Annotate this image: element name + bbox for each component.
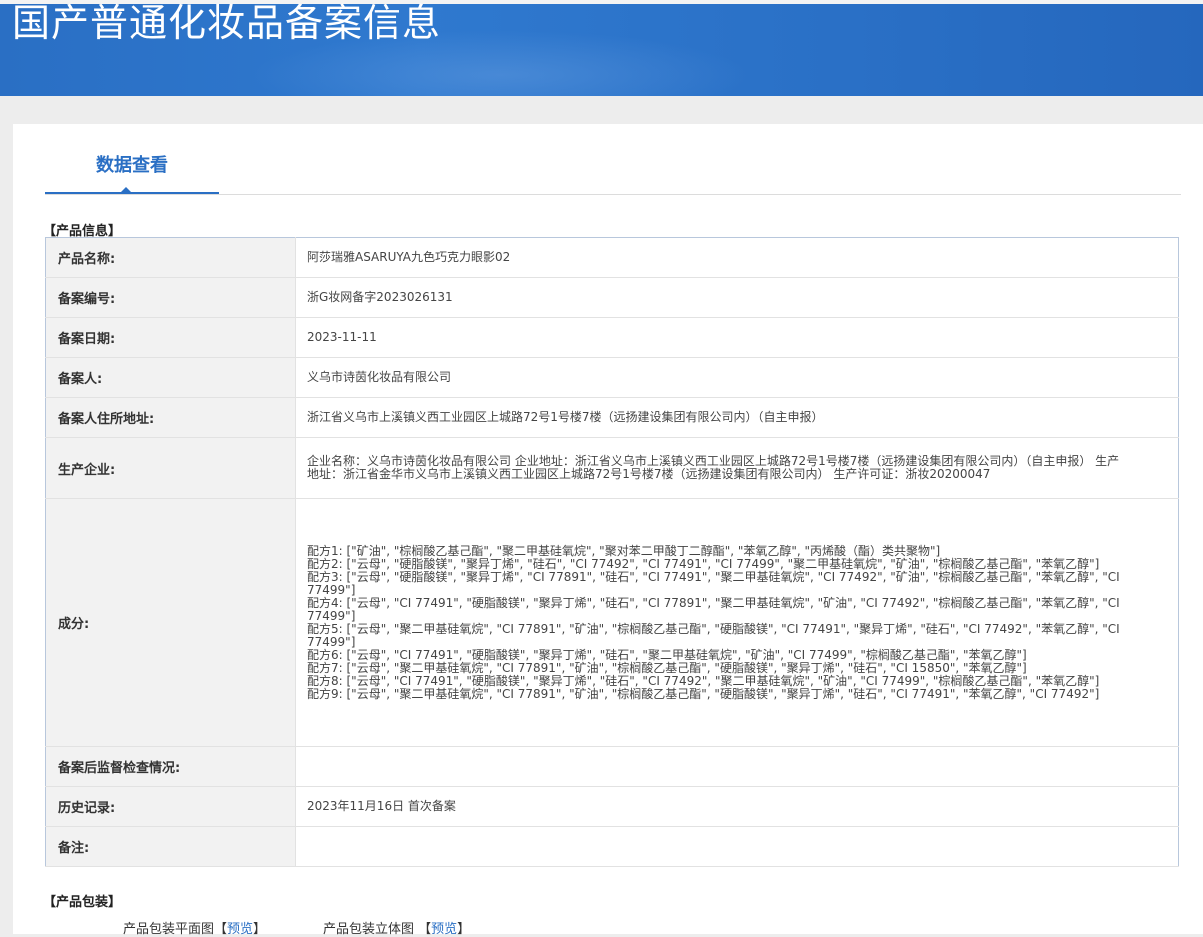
- label-post-inspection: 备案后监督检查情况:: [45, 746, 296, 787]
- row-registrant-address: 备案人住所地址: 浙江省义乌市上溪镇义西工业园区上城路72号1号楼7楼（远扬建设…: [45, 397, 1179, 438]
- value-registrant: 义乌市诗茵化妆品有限公司: [295, 357, 1179, 398]
- row-manufacturer: 生产企业: 企业名称：义乌市诗茵化妆品有限公司 企业地址：浙江省义乌市上溪镇义西…: [45, 437, 1179, 499]
- tab-bar: 数据查看: [45, 124, 1181, 195]
- page-banner: 国产普通化妆品备案信息: [0, 0, 1203, 96]
- label-manufacturer: 生产企业:: [45, 437, 296, 499]
- formula-8: 配方8: ["云母", "CI 77491", "硬脂酸镁", "聚异丁烯", …: [307, 673, 1100, 688]
- value-record-date: 2023-11-11: [295, 317, 1179, 358]
- tab-data-view[interactable]: 数据查看: [45, 124, 219, 194]
- row-history: 历史记录: 2023年11月16日 首次备案: [45, 786, 1179, 827]
- page-title: 国产普通化妆品备案信息: [12, 1, 442, 45]
- value-remarks: [295, 826, 1179, 867]
- label-registrant: 备案人:: [45, 357, 296, 398]
- formula-2: 配方2: ["云母", "硬脂酸镁", "聚异丁烯", "硅石", "CI 77…: [307, 556, 1100, 571]
- label-record-number: 备案编号:: [45, 277, 296, 318]
- row-remarks: 备注:: [45, 826, 1179, 867]
- formula-9: 配方9: ["云母", "聚二甲基硅氧烷", "CI 77891", "矿油",…: [307, 686, 1100, 701]
- value-registrant-address: 浙江省义乌市上溪镇义西工业园区上城路72号1号楼7楼（远扬建设集团有限公司内）（…: [295, 397, 1179, 438]
- package-flat-entry: 产品包装平面图【预览】: [123, 922, 267, 937]
- row-post-inspection: 备案后监督检查情况:: [45, 746, 1179, 787]
- package-stereo-entry: 产品包装立体图 【预览】: [323, 922, 471, 937]
- label-record-date: 备案日期:: [45, 317, 296, 358]
- row-ingredients: 成分: 配方1: ["矿油", "棕榈酸乙基己酯", "聚二甲基硅氧烷", "聚…: [45, 498, 1179, 747]
- value-manufacturer: 企业名称：义乌市诗茵化妆品有限公司 企业地址：浙江省义乌市上溪镇义西工业园区上城…: [295, 437, 1179, 499]
- label-ingredients: 成分:: [45, 498, 296, 747]
- value-record-number: 浙G妆网备字2023026131: [295, 277, 1179, 318]
- row-record-number: 备案编号: 浙G妆网备字2023026131: [45, 277, 1179, 318]
- package-flat-label: 产品包装平面图: [123, 922, 215, 937]
- product-info-table: 产品名称: 阿莎瑞雅ASARUYA九色巧克力眼影02 备案编号: 浙G妆网备字2…: [45, 237, 1179, 867]
- value-product-name: 阿莎瑞雅ASARUYA九色巧克力眼影02: [295, 237, 1179, 278]
- value-ingredients: 配方1: ["矿油", "棕榈酸乙基己酯", "聚二甲基硅氧烷", "聚对苯二甲…: [295, 498, 1179, 747]
- tab-data-view-label: 数据查看: [96, 155, 168, 176]
- label-history: 历史记录:: [45, 786, 296, 827]
- formula-7: 配方7: ["云母", "聚二甲基硅氧烷", "CI 77891", "矿油",…: [307, 660, 1027, 675]
- package-stereo-label: 产品包装立体图: [323, 922, 415, 937]
- formula-1: 配方1: ["矿油", "棕榈酸乙基己酯", "聚二甲基硅氧烷", "聚对苯二甲…: [307, 543, 941, 558]
- label-registrant-address: 备案人住所地址:: [45, 397, 296, 438]
- value-post-inspection: [295, 746, 1179, 787]
- formula-4: 配方4: ["云母", "CI 77491", "硬脂酸镁", "聚异丁烯", …: [307, 595, 1120, 623]
- content-card: 数据查看 【产品信息】 产品名称: 阿莎瑞雅ASARUYA九色巧克力眼影02 备…: [13, 124, 1203, 937]
- value-history: 2023年11月16日 首次备案: [295, 786, 1179, 827]
- formula-6: 配方6: ["云母", "CI 77491", "硬脂酸镁", "聚异丁烯", …: [307, 647, 1027, 662]
- label-remarks: 备注:: [45, 826, 296, 867]
- label-product-name: 产品名称:: [45, 237, 296, 278]
- row-record-date: 备案日期: 2023-11-11: [45, 317, 1179, 358]
- preview-flat-link[interactable]: 预览: [227, 922, 253, 937]
- preview-stereo-link[interactable]: 预览: [431, 922, 457, 937]
- row-product-name: 产品名称: 阿莎瑞雅ASARUYA九色巧克力眼影02: [45, 237, 1179, 278]
- formula-3: 配方3: ["云母", "硬脂酸镁", "聚异丁烯", "CI 77891", …: [307, 569, 1120, 597]
- formula-5: 配方5: ["云母", "聚二甲基硅氧烷", "CI 77891", "矿油",…: [307, 621, 1120, 649]
- section-title-product-package: 【产品包装】: [43, 895, 122, 910]
- row-registrant: 备案人: 义乌市诗茵化妆品有限公司: [45, 357, 1179, 398]
- active-tab-caret-icon: [120, 187, 132, 193]
